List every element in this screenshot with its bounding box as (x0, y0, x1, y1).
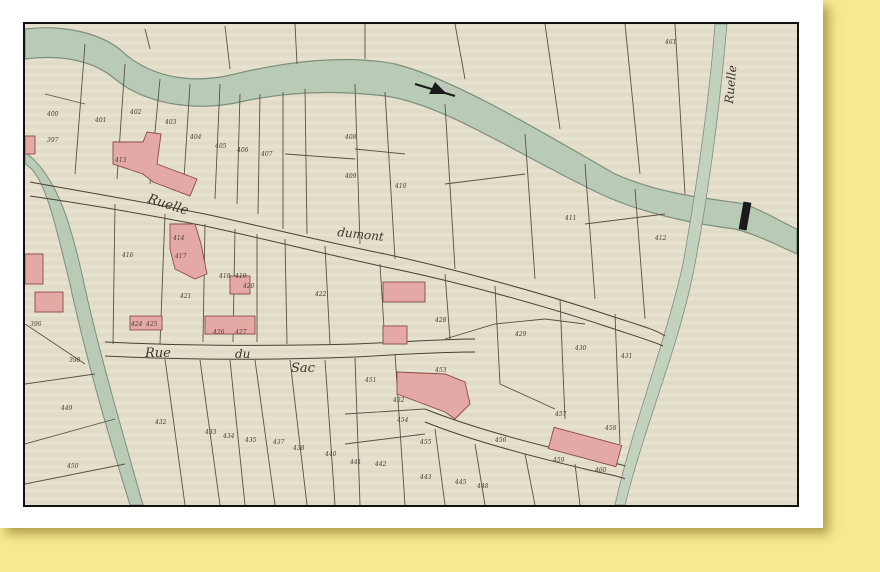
parcel-number: 409 (344, 173, 357, 180)
parcel-number: 404 (189, 134, 202, 141)
parcel-number: 430 (574, 345, 587, 352)
parcel-number: 448 (476, 483, 489, 490)
parcel-number: 459 (552, 457, 565, 464)
parcel-number: 433 (204, 429, 217, 436)
parcel-number: 449 (60, 405, 73, 412)
parcel-number: 406 (236, 147, 249, 154)
parcel-number: 454 (396, 417, 409, 424)
parcel-number: 456 (494, 437, 507, 444)
parcel-number: 435 (244, 437, 257, 444)
parcel-number: 407 (260, 151, 273, 158)
parcel-number: 403 (164, 119, 177, 126)
parcel-number: 427 (234, 329, 247, 336)
parcel-number: 420 (242, 283, 255, 290)
parcel-number: 400 (46, 111, 59, 118)
parcel-number: 440 (324, 451, 337, 458)
parcel-number: 419 (234, 273, 247, 280)
parcel-number: 458 (604, 425, 617, 432)
parcel-number: 425 (145, 321, 158, 328)
parcel-number: 428 (434, 317, 447, 324)
parcel-number: 411 (564, 215, 576, 222)
parcel-number: 412 (654, 235, 667, 242)
parcel-number: 426 (212, 329, 225, 336)
street-label-sac: Sac (291, 361, 316, 376)
parcel-number: 402 (129, 109, 142, 116)
parcel-number: 414 (172, 235, 185, 242)
street-label-rue: Rue (144, 346, 171, 361)
parcel-number: 457 (554, 411, 567, 418)
parcel-number: 460 (594, 467, 607, 474)
parcel-number: 421 (179, 293, 191, 300)
parcel-number: 431 (620, 353, 632, 360)
parcel-number: 452 (392, 397, 405, 404)
parcel-number: 451 (364, 377, 376, 384)
parcel-number: 410 (394, 183, 407, 190)
parcel-number: 453 (434, 367, 447, 374)
parcel-number: 424 (130, 321, 143, 328)
parcel-number: 401 (94, 117, 106, 124)
street-label-du: du (235, 347, 250, 361)
parcel-number: 429 (514, 331, 527, 338)
parcel-number: 398 (69, 357, 81, 364)
parcel-number: 422 (314, 291, 327, 298)
parcel-number: 397 (47, 137, 59, 144)
photo-card: Ruelle dumont Rue du Sac Ruelle 396 397 … (0, 0, 823, 528)
parcel-number: 418 (218, 273, 231, 280)
parcel-number: 441 (349, 459, 361, 466)
parcel-number: 408 (344, 134, 357, 141)
parcel-number: 416 (121, 252, 134, 259)
map-canvas: Ruelle dumont Rue du Sac Ruelle 396 397 … (25, 24, 797, 505)
parcel-number: 396 (30, 321, 42, 328)
parcel-number: 443 (419, 474, 432, 481)
cadastral-map: Ruelle dumont Rue du Sac Ruelle 396 397 … (23, 22, 799, 507)
parcel-number: 455 (419, 439, 432, 446)
parcel-number: 432 (154, 419, 167, 426)
parcel-number: 405 (214, 143, 227, 150)
parcel-number: 445 (454, 479, 467, 486)
parcel-number: 450 (66, 463, 79, 470)
parcel-number: 442 (374, 461, 387, 468)
parcel-number: 413 (114, 157, 127, 164)
parcel-number: 437 (272, 439, 285, 446)
parcel-number: 461 (664, 39, 676, 46)
parcel-number: 438 (292, 445, 305, 452)
parcel-number: 417 (174, 253, 187, 260)
parcel-number: 434 (222, 433, 235, 440)
